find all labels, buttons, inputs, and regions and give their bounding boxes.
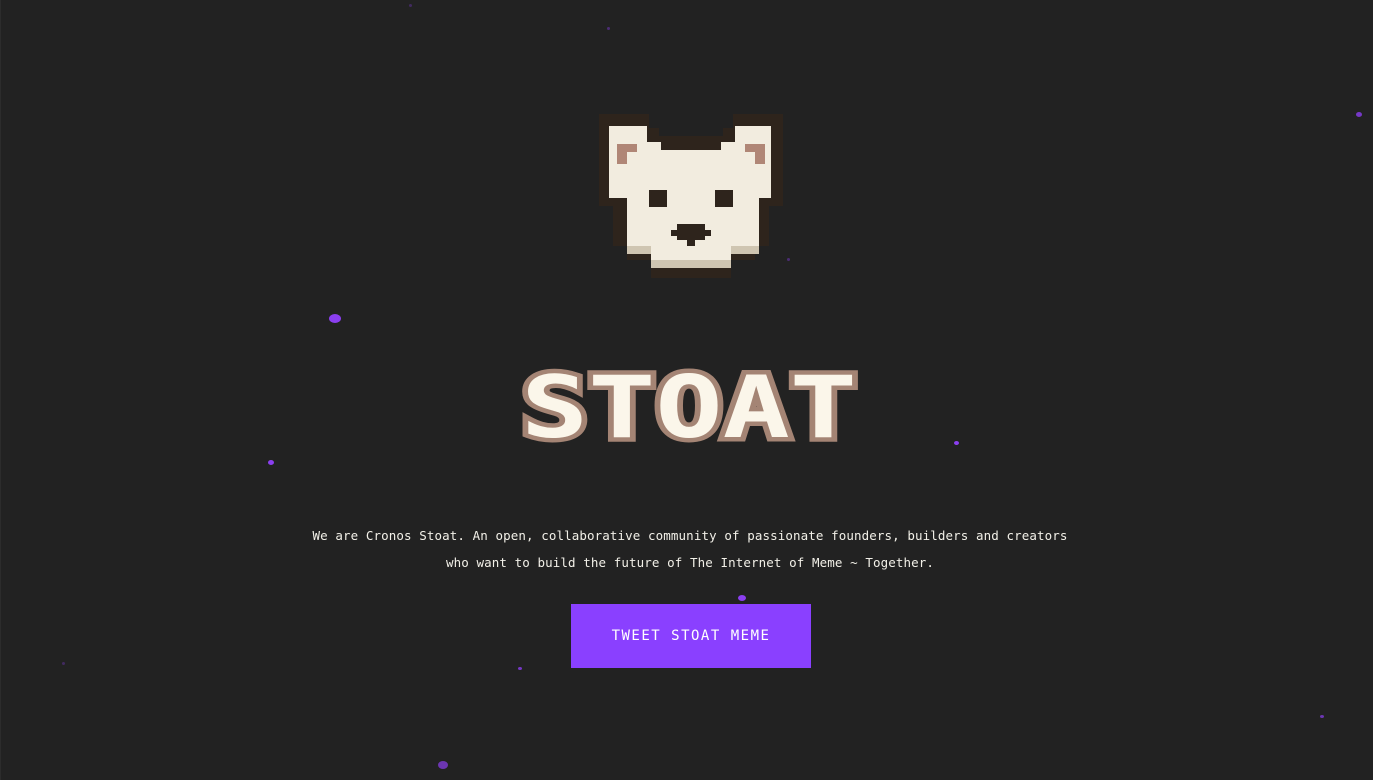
hero-tagline: We are Cronos Stoat. An open, collaborat… (251, 522, 1129, 576)
wordmark-fill: STOAT (521, 368, 857, 448)
brand-wordmark: STOAT STOAT (517, 368, 862, 448)
particle-dot (1320, 715, 1324, 718)
pixel-stoat-head-icon (599, 114, 783, 278)
tagline-line-2: who want to build the future of The Inte… (445, 554, 935, 570)
particle-dot (62, 662, 65, 665)
particle-dot (738, 595, 746, 601)
landing-page: STOAT STOAT We are Cronos Stoat. An open… (0, 0, 1373, 780)
particle-dot (409, 4, 412, 7)
particle-dot (268, 460, 274, 465)
particle-dot (1356, 112, 1362, 117)
tagline-line-1: We are Cronos Stoat. An open, collaborat… (312, 527, 1068, 543)
particle-dot (954, 441, 959, 445)
tweet-stoat-meme-button[interactable]: TWEET STOAT MEME (571, 604, 811, 668)
particle-dot (438, 761, 448, 769)
particle-dot (518, 667, 522, 670)
particle-dot (787, 258, 790, 261)
particle-dot (607, 27, 610, 30)
particle-dot (329, 314, 341, 323)
